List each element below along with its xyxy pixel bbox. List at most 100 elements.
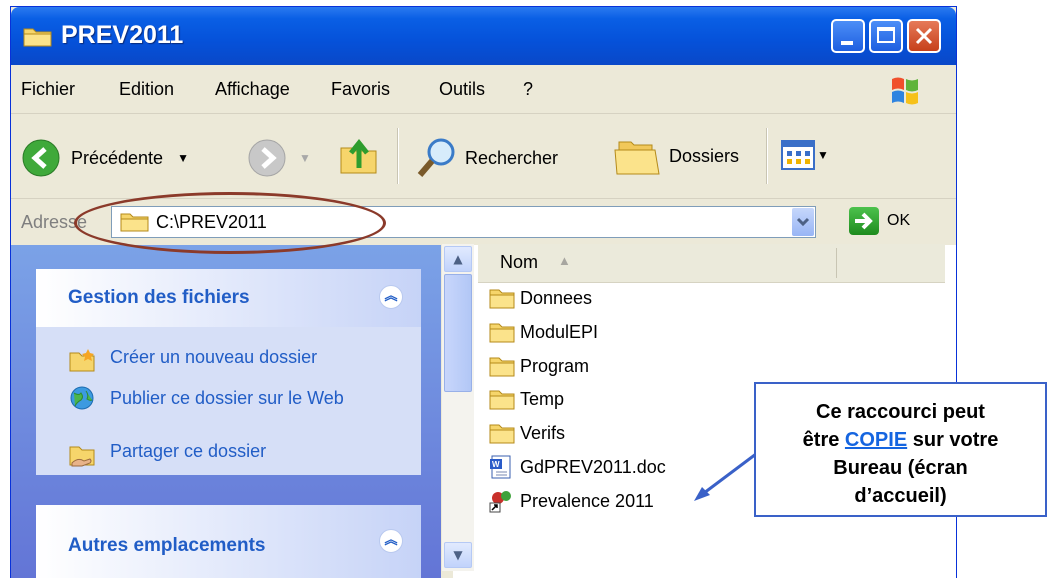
folder-icon xyxy=(489,357,515,377)
callout-line: Ce raccourci peut xyxy=(816,401,985,423)
callout-box: Ce raccourci peut être COPIE sur votre B… xyxy=(754,382,1047,517)
maximize-button[interactable] xyxy=(869,19,903,53)
views-button[interactable]: ▼ xyxy=(781,140,829,170)
callout-arrow-icon xyxy=(694,452,757,501)
title-bar[interactable]: PREV2011 xyxy=(11,7,956,65)
minimize-button[interactable] xyxy=(831,19,865,53)
menu-help[interactable]: ? xyxy=(523,79,533,100)
column-name-header[interactable]: Nom xyxy=(500,252,538,273)
list-item[interactable]: Prevalence 2011 xyxy=(488,489,654,513)
menu-edition[interactable]: Edition xyxy=(119,79,174,100)
folder-icon xyxy=(489,289,515,309)
other-places-panel: Autres emplacements ︽ xyxy=(36,505,421,578)
task-label: Partager ce dossier xyxy=(110,441,267,461)
file-name: GdPREV2011.doc xyxy=(520,456,666,477)
list-item[interactable]: ModulEPI xyxy=(488,320,598,344)
task-pane: Gestion des fichiers ︽ Créer un nouveau … xyxy=(11,245,441,578)
search-button[interactable]: Rechercher xyxy=(415,136,558,180)
vertical-scrollbar[interactable]: ▲ ▼ xyxy=(442,244,474,571)
scroll-up-icon[interactable]: ▲ xyxy=(444,246,472,272)
svg-text:W: W xyxy=(492,460,500,469)
toolbar-separator xyxy=(766,128,768,184)
file-name: Program xyxy=(520,355,590,376)
collapse-icon[interactable]: ︽ xyxy=(379,285,403,309)
menu-affichage[interactable]: Affichage xyxy=(215,79,290,100)
file-name: ModulEPI xyxy=(520,321,599,342)
file-tasks-panel: Gestion des fichiers ︽ Créer un nouveau … xyxy=(36,269,421,475)
list-item[interactable]: W GdPREV2011.doc xyxy=(488,455,666,479)
back-button[interactable]: Précédente ▼ xyxy=(21,138,189,178)
sort-ascending-icon: ▲ xyxy=(558,253,571,268)
task-share-folder[interactable]: Partager ce dossier xyxy=(68,441,266,467)
folder-up-icon xyxy=(340,138,377,174)
maximize-icon xyxy=(877,27,895,43)
callout-line: d’accueil) xyxy=(854,485,947,507)
list-item[interactable]: Donnees xyxy=(488,286,592,310)
minimize-icon xyxy=(841,41,853,45)
callout-text: être xyxy=(802,429,840,451)
forward-dropdown-icon[interactable]: ▼ xyxy=(299,151,311,165)
go-button[interactable] xyxy=(849,207,879,235)
folder-icon xyxy=(23,28,52,47)
globe-icon xyxy=(70,386,94,410)
forward-button[interactable]: ▼ xyxy=(247,138,311,178)
forward-arrow-icon xyxy=(248,139,286,177)
list-item[interactable]: Program xyxy=(488,354,589,378)
folder-icon xyxy=(489,323,515,343)
task-publish-web[interactable]: Publier ce dossier sur le Web xyxy=(68,385,398,411)
shared-folder-icon xyxy=(69,446,95,467)
column-divider[interactable] xyxy=(836,248,837,278)
windows-logo-icon xyxy=(892,77,918,105)
close-icon xyxy=(915,27,933,45)
address-dropdown-button[interactable] xyxy=(792,208,814,236)
scroll-thumb[interactable] xyxy=(444,274,472,392)
back-label: Précédente xyxy=(71,147,164,168)
folders-label: Dossiers xyxy=(669,145,740,166)
file-name: Prevalence 2011 xyxy=(520,490,654,511)
toolbar-separator xyxy=(397,128,399,184)
go-arrow-icon xyxy=(855,212,873,230)
up-folder-button[interactable] xyxy=(337,134,381,178)
column-header: Nom ▲ xyxy=(478,244,945,283)
new-folder-icon xyxy=(69,349,95,372)
back-arrow-icon xyxy=(22,139,60,177)
folder-icon xyxy=(489,390,515,410)
go-label[interactable]: OK xyxy=(887,212,910,230)
file-name: Verifs xyxy=(520,422,566,443)
callout-link[interactable]: COPIE xyxy=(845,429,907,451)
callout-line: être COPIE sur votre xyxy=(756,426,1045,454)
folders-button[interactable]: Dossiers xyxy=(613,136,739,176)
collapse-icon[interactable]: ︽ xyxy=(379,529,403,553)
other-places-header[interactable]: Autres emplacements ︽ xyxy=(36,505,421,578)
search-icon xyxy=(417,138,455,177)
window-title: PREV2011 xyxy=(61,21,184,49)
file-tasks-header[interactable]: Gestion des fichiers ︽ xyxy=(36,269,421,327)
list-item[interactable]: Temp xyxy=(488,387,564,411)
other-places-title: Autres emplacements xyxy=(68,535,266,556)
menu-favoris[interactable]: Favoris xyxy=(331,79,390,100)
shortcut-icon xyxy=(489,491,511,513)
views-icon xyxy=(781,140,815,170)
folders-icon xyxy=(614,141,660,175)
callout-text: sur votre xyxy=(912,429,999,451)
file-tasks-title: Gestion des fichiers xyxy=(68,287,250,308)
task-new-folder[interactable]: Créer un nouveau dossier xyxy=(68,347,317,373)
menu-fichier[interactable]: Fichier xyxy=(21,79,75,100)
task-label: Créer un nouveau dossier xyxy=(110,347,318,367)
list-item[interactable]: Verifs xyxy=(488,421,565,445)
highlight-ellipse xyxy=(74,192,386,254)
close-button[interactable] xyxy=(907,19,941,53)
views-dropdown-icon[interactable]: ▼ xyxy=(817,148,829,162)
search-label: Rechercher xyxy=(465,147,559,168)
file-name: Temp xyxy=(520,388,565,409)
chevron-down-icon xyxy=(796,217,810,227)
menu-bar: Fichier Edition Affichage Favoris Outils… xyxy=(11,65,956,114)
folder-icon xyxy=(489,424,515,444)
word-doc-icon: W xyxy=(490,455,511,479)
scroll-down-icon[interactable]: ▼ xyxy=(444,542,472,568)
file-name: Donnees xyxy=(520,287,593,308)
toolbar: Précédente ▼ ▼ Rechercher Dossiers ▼ xyxy=(11,114,956,199)
menu-outils[interactable]: Outils xyxy=(439,79,485,100)
back-dropdown-icon[interactable]: ▼ xyxy=(177,151,189,165)
task-label: Publier ce dossier sur le Web xyxy=(110,388,344,408)
